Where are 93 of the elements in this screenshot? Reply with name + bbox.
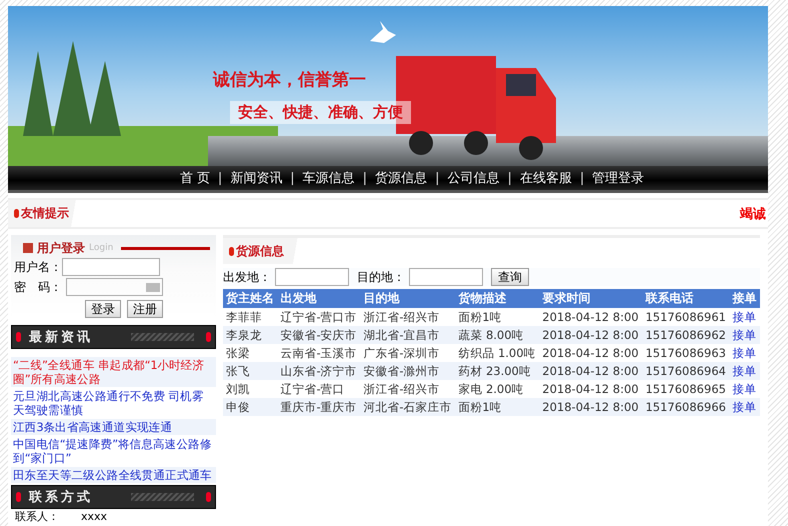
column-header: 货主姓名 [223,289,278,308]
field-label: 密 码： [14,278,62,296]
column-header: 要求时间 [539,289,642,308]
pill-icon [14,209,19,218]
accept-order-link[interactable]: 接单 [732,382,757,396]
table-cell: 广东省-深圳市 [360,344,456,362]
news-link[interactable]: 中国电信“提速降费”将信息高速公路修到“家门口” [11,436,216,466]
accept-order-link[interactable]: 接单 [732,346,757,360]
table-cell: 2018-04-12 8:00 [539,362,642,380]
contact-value: xxxx [81,510,108,523]
pill-icon [229,246,234,256]
section-title: 联系方式 [29,488,93,506]
table-cell: 张梁 [223,344,278,362]
column-header: 目的地 [360,289,456,308]
table-cell: 2018-04-12 8:00 [539,344,642,362]
table-cell: 河北省-石家庄市 [360,398,456,416]
table-cell: 安徽省-滁州市 [360,362,456,380]
nav-separator: | [290,170,295,186]
table-cell: 李菲菲 [223,308,278,326]
table-cell: 李泉龙 [223,326,278,344]
news-link[interactable]: “二线”全线通车 串起成都“1小时经济圈”所有高速公路 [11,357,216,387]
table-cell: 刘凯 [223,380,278,398]
nav-separator: | [507,170,512,186]
table-cell: 蔬菜 8.00吨 [455,326,540,344]
field-label: 用户名： [14,258,62,276]
table-cell: 重庆市-重庆市 [277,398,360,416]
nav-link[interactable]: 管理登录 [592,169,644,187]
input-field[interactable] [409,268,483,286]
table-cell: 15176086964 [642,362,730,380]
table-cell: 15176086966 [642,398,730,416]
news-link[interactable]: 元旦湖北高速公路通行不免费 司机雾天驾驶需谨慎 [11,388,216,418]
nav-link[interactable]: 在线客服 [520,169,572,187]
striped-bar [131,333,194,341]
table-cell: 湖北省-宜昌市 [360,326,456,344]
striped-bar [131,493,194,501]
table-cell: 15176086963 [642,344,730,362]
pill-icon [206,492,211,502]
banner-tagline: 安全、快捷、准确、方便 [230,101,411,124]
field-label: 目的地： [357,268,405,286]
table-cell: 纺织品 1.00吨 [455,344,540,362]
field-label: 出发地： [223,268,271,286]
table-cell: 15176086962 [642,326,730,344]
form-button[interactable]: 注册 [127,300,163,318]
column-header: 货物描述 [455,289,540,308]
nav-link[interactable]: 新闻资讯 [230,169,282,187]
table-cell: 浙江省-绍兴市 [360,380,456,398]
nav-separator: | [580,170,584,186]
marquee-text: 竭诚 [740,206,767,222]
password-field[interactable] [66,278,163,296]
input-field[interactable] [275,268,349,286]
login-title: 用户登录 [37,240,85,256]
table-cell: 面粉1吨 [455,398,540,416]
contact-label: 联系人： [15,510,59,523]
banner-slogan: 诚信为本，信誉第一 [213,69,366,91]
column-header: 接单 [730,289,760,308]
table-cell: 辽宁省-营口 [277,380,360,398]
column-header: 出发地 [277,289,360,308]
pill-icon [16,332,21,342]
table-cell: 山东省-济宁市 [277,362,360,380]
nav-separator: | [362,170,368,186]
table-cell: 浙江省-绍兴市 [360,308,456,326]
accept-order-link[interactable]: 接单 [732,310,757,324]
nav-separator: | [435,170,440,186]
table-cell: 申俊 [223,398,278,416]
news-link[interactable]: 江西3条出省高速通道实现连通 [11,419,216,435]
login-subtitle: Login [89,243,114,253]
table-cell: 安徽省-安庆市 [277,326,360,344]
table-cell: 药材 23.00吨 [455,362,540,380]
nav-link[interactable]: 车源信息 [302,169,355,187]
search-button[interactable]: 查询 [491,268,529,286]
nav-link[interactable]: 货源信息 [375,169,428,187]
table-cell: 2018-04-12 8:00 [539,308,642,326]
table-cell: 张飞 [223,362,278,380]
pill-icon [16,492,21,502]
nav-link[interactable]: 公司信息 [447,169,500,187]
table-cell: 面粉1吨 [455,308,540,326]
nav-link[interactable]: 首 页 [180,169,210,187]
table-cell: 15176086965 [642,380,730,398]
form-button[interactable]: 登录 [85,300,121,318]
table-cell: 云南省-玉溪市 [277,344,360,362]
keyboard-icon[interactable] [146,282,160,292]
column-header: 联系电话 [642,289,730,308]
table-cell: 2018-04-12 8:00 [539,398,642,416]
news-link[interactable]: 田东至天等二级公路全线贯通正式通车 [11,467,216,483]
table-cell: 家电 2.00吨 [455,380,540,398]
username-field[interactable] [62,258,160,276]
table-cell: 2018-04-12 8:00 [539,380,642,398]
table-cell: 2018-04-12 8:00 [539,326,642,344]
table-cell: 15176086961 [642,308,730,326]
nav-separator: | [218,170,222,186]
section-title: 最新资讯 [29,328,93,346]
table-cell: 辽宁省-营口市 [277,308,360,326]
pill-icon [206,332,211,342]
